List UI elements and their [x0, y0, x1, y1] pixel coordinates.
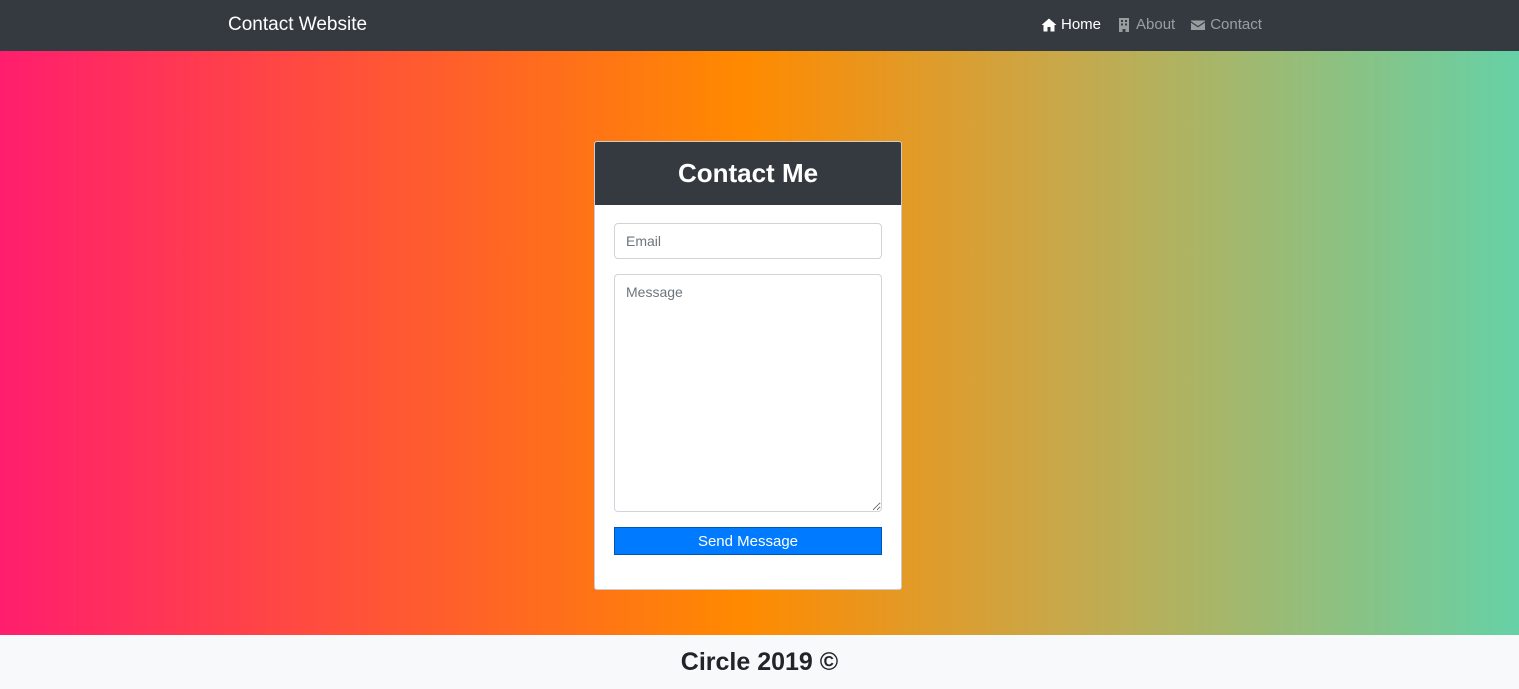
- envelope-icon: [1190, 17, 1206, 33]
- send-message-button[interactable]: Send Message: [614, 527, 882, 555]
- nav-item-home[interactable]: Home: [1041, 15, 1101, 35]
- top-navbar: Contact Website Home About Contact: [0, 0, 1519, 51]
- card-header: Contact Me: [595, 142, 901, 205]
- message-textarea[interactable]: [614, 274, 882, 512]
- nav-item-label: Contact: [1210, 16, 1262, 33]
- nav-menu: Home About Contact: [1041, 15, 1262, 35]
- nav-item-label: Home: [1061, 16, 1102, 33]
- footer: Circle 2019 ©: [0, 635, 1519, 689]
- home-icon: [1041, 17, 1057, 33]
- contact-card: Contact Me Send Message: [594, 141, 902, 590]
- nav-item-about[interactable]: About: [1116, 15, 1175, 35]
- nav-item-label: About: [1136, 16, 1176, 33]
- email-input[interactable]: [614, 223, 882, 259]
- nav-item-contact[interactable]: Contact: [1190, 15, 1262, 35]
- building-icon: [1116, 17, 1132, 33]
- footer-text: Circle 2019 ©: [680, 647, 839, 676]
- brand-link[interactable]: Contact Website: [228, 13, 367, 37]
- card-title: Contact Me: [677, 158, 819, 188]
